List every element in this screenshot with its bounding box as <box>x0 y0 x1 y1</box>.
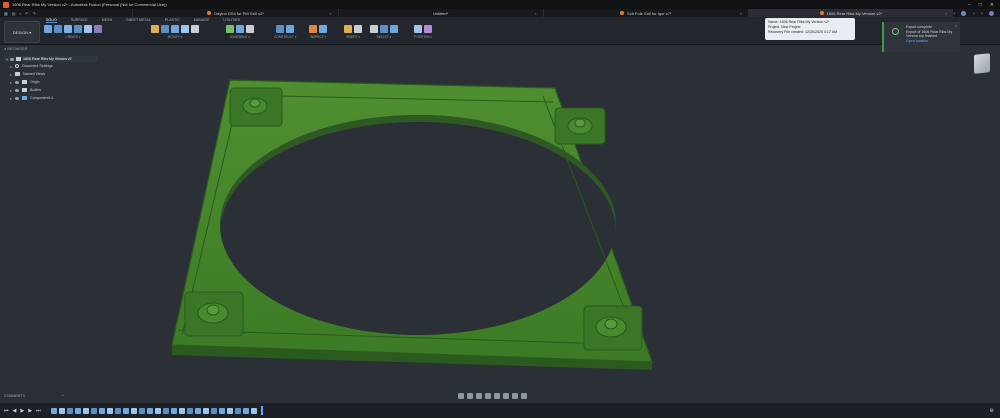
last-icon[interactable]: ⏭ <box>36 408 41 414</box>
previous-icon[interactable]: ◀ <box>13 408 17 414</box>
comments-panel[interactable]: COMMENTS + <box>4 392 64 399</box>
grid-settings-icon[interactable] <box>512 393 518 399</box>
mount-boss-top-right <box>554 107 606 145</box>
timeline-feature[interactable] <box>90 407 97 414</box>
timeline-feature[interactable] <box>186 407 193 414</box>
timeline-feature[interactable] <box>218 407 225 414</box>
timeline-feature[interactable] <box>98 407 105 414</box>
timeline-feature[interactable] <box>114 407 121 414</box>
look-at-icon[interactable] <box>467 393 473 399</box>
timeline-feature[interactable] <box>226 407 233 414</box>
timeline-features <box>50 407 257 414</box>
pan-icon[interactable] <box>476 393 482 399</box>
timeline-feature[interactable] <box>74 407 81 414</box>
timeline-feature[interactable] <box>178 407 185 414</box>
timeline-feature[interactable] <box>250 407 257 414</box>
timeline-feature[interactable] <box>170 407 177 414</box>
viewports-icon[interactable] <box>521 393 527 399</box>
timeline-feature[interactable] <box>58 407 65 414</box>
next-icon[interactable]: ▶ <box>28 408 32 414</box>
timeline-feature[interactable] <box>122 407 129 414</box>
gear-icon[interactable]: ⚙ <box>990 408 994 414</box>
mount-boss-bottom-right <box>583 305 643 351</box>
first-icon[interactable]: ⏮ <box>4 408 9 414</box>
timeline-feature[interactable] <box>154 407 161 414</box>
timeline-feature[interactable] <box>146 407 153 414</box>
speaker-plate-model[interactable] <box>171 79 653 370</box>
play-icon[interactable]: ▶ <box>20 408 24 414</box>
mount-boss-top-left <box>229 87 283 127</box>
timeline-feature[interactable] <box>82 407 89 414</box>
zoom-icon[interactable] <box>485 393 491 399</box>
timeline-feature[interactable] <box>194 407 201 414</box>
timeline-feature[interactable] <box>234 407 241 414</box>
display-settings-icon[interactable] <box>503 393 509 399</box>
mount-boss-bottom-left <box>184 291 244 337</box>
timeline-feature[interactable] <box>50 407 57 414</box>
timeline-feature[interactable] <box>210 407 217 414</box>
timeline-feature[interactable] <box>130 407 137 414</box>
timeline-feature[interactable] <box>106 407 113 414</box>
model-viewport[interactable] <box>0 0 1000 418</box>
timeline-feature[interactable] <box>202 407 209 414</box>
timeline-feature[interactable] <box>242 407 249 414</box>
comments-label: COMMENTS <box>4 393 25 398</box>
timeline-feature[interactable] <box>138 407 145 414</box>
fusion-app: 1606 Rear Ribs My Version v2* - Autodesk… <box>0 0 1000 418</box>
add-comment-icon[interactable]: + <box>62 394 64 398</box>
navigation-bar <box>458 393 527 399</box>
timeline-feature[interactable] <box>66 407 73 414</box>
timeline-feature[interactable] <box>162 407 169 414</box>
timeline-marker[interactable] <box>260 406 263 415</box>
orbit-icon[interactable] <box>458 393 464 399</box>
timeline-bar: ⏮ ◀ ▶ ▶ ⏭ ⚙ <box>0 403 1000 418</box>
fit-icon[interactable] <box>494 393 500 399</box>
